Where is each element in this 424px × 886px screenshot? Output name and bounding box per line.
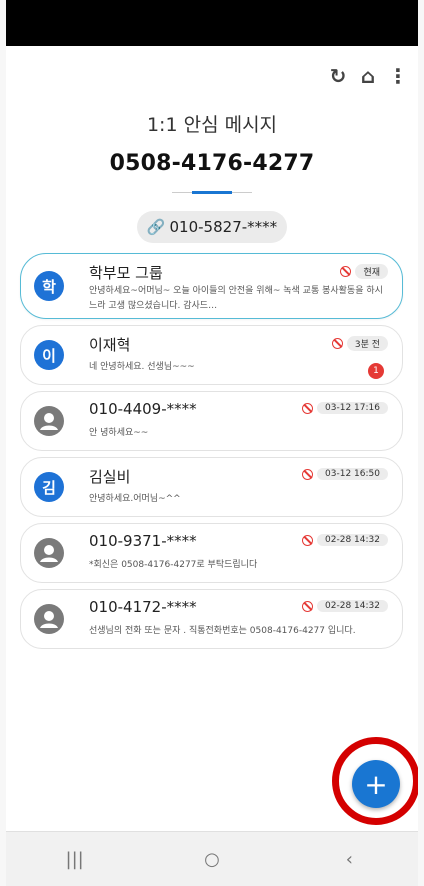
conversation-name: 010-4172-****: [89, 598, 197, 616]
home-nav-icon[interactable]: ○: [192, 849, 232, 870]
conversation-time: 현재: [355, 264, 388, 279]
conversation-time: 3분 전: [346, 336, 388, 351]
conversation-item[interactable]: 김 김실비 03-12 16:50 안녕하세요.어머님~^^: [20, 457, 403, 517]
linked-number-pill[interactable]: 🔗 010-5827-****: [137, 211, 287, 243]
block-icon[interactable]: [302, 600, 314, 612]
person-icon: [34, 538, 64, 568]
conversation-time: 02-28 14:32: [317, 534, 388, 546]
conversation-name: 학부모 그룹: [89, 264, 163, 282]
top-bar: ↻ ⌂ ⋮: [6, 46, 418, 106]
conversation-item[interactable]: 010-4172-**** 02-28 14:32 선생님의 전화 또는 문자 …: [20, 589, 403, 649]
conversation-preview: 안녕하세요.어머님~^^: [89, 494, 181, 504]
conversation-item[interactable]: 학 학부모 그룹 현재 안녕하세요~어머님~ 오늘 아이들의 안전을 위해~ 녹…: [20, 253, 403, 319]
app-frame: ↻ ⌂ ⋮ 1:1 안심 메시지 0508-4176-4277 🔗 010-58…: [6, 0, 418, 886]
avatar: 김: [34, 472, 64, 502]
link-icon: 🔗: [146, 218, 166, 236]
conversation-preview: 안녕하세요~어머님~ 오늘 아이들의 안전을 위해~ 녹색 교통 봉사활동을 하…: [89, 286, 383, 311]
conversation-name: 010-4409-****: [89, 400, 197, 418]
conversation-preview: 선생님의 전화 또는 문자 . 직통전화번호는 0508-4176-4277 입…: [89, 626, 356, 636]
conversation-preview: 안 녕하세요~~: [89, 428, 149, 438]
conversation-list: 학 학부모 그룹 현재 안녕하세요~어머님~ 오늘 아이들의 안전을 위해~ 녹…: [20, 253, 403, 655]
refresh-icon[interactable]: ↻: [326, 64, 350, 88]
back-icon[interactable]: ‹: [329, 849, 369, 870]
conversation-meta: 03-12 16:50: [302, 468, 388, 480]
conversation-time: 03-12 16:50: [317, 468, 388, 480]
more-options-icon[interactable]: ⋮: [386, 64, 410, 88]
block-icon[interactable]: [302, 468, 314, 480]
status-bar: [6, 0, 418, 46]
home-icon[interactable]: ⌂: [356, 64, 380, 88]
top-actions: ↻ ⌂ ⋮: [326, 64, 410, 88]
conversation-name: 010-9371-****: [89, 532, 197, 550]
block-icon[interactable]: [302, 402, 314, 414]
conversation-preview: 네 안녕하세요. 선생님~~~: [89, 362, 195, 372]
safe-number: 0508-4176-4277: [109, 151, 315, 176]
new-message-button[interactable]: +: [352, 760, 400, 808]
conversation-meta: 02-28 14:32: [302, 600, 388, 612]
conversation-time: 03-12 17:16: [317, 402, 388, 414]
system-nav-bar: ||| ○ ‹: [6, 831, 418, 886]
title-divider: [172, 191, 252, 194]
conversation-preview: *회신은 0508-4176-4277로 부탁드립니다: [89, 560, 258, 570]
block-icon[interactable]: [331, 338, 343, 349]
conversation-meta: 3분 전: [331, 336, 388, 351]
conversation-item[interactable]: 010-9371-**** 02-28 14:32 *회신은 0508-4176…: [20, 523, 403, 583]
person-icon: [34, 406, 64, 436]
conversation-item[interactable]: 이 이재혁 3분 전 네 안녕하세요. 선생님~~~ 1: [20, 325, 403, 385]
recents-icon[interactable]: |||: [55, 849, 95, 870]
person-icon: [34, 604, 64, 634]
avatar: 이: [34, 340, 64, 370]
avatar: 학: [34, 271, 64, 301]
conversation-time: 02-28 14:32: [317, 600, 388, 612]
block-icon[interactable]: [340, 266, 352, 277]
conversation-item[interactable]: 010-4409-**** 03-12 17:16 안 녕하세요~~: [20, 391, 403, 451]
conversation-meta: 02-28 14:32: [302, 534, 388, 546]
linked-number: 010-5827-****: [169, 218, 278, 236]
conversation-name: 김실비: [89, 468, 131, 486]
unread-badge: 1: [368, 363, 384, 379]
conversation-meta: 03-12 17:16: [302, 402, 388, 414]
conversation-name: 이재혁: [89, 336, 131, 354]
block-icon[interactable]: [302, 534, 314, 546]
page-title: 1:1 안심 메시지: [146, 114, 278, 136]
conversation-meta: 현재: [340, 264, 388, 279]
